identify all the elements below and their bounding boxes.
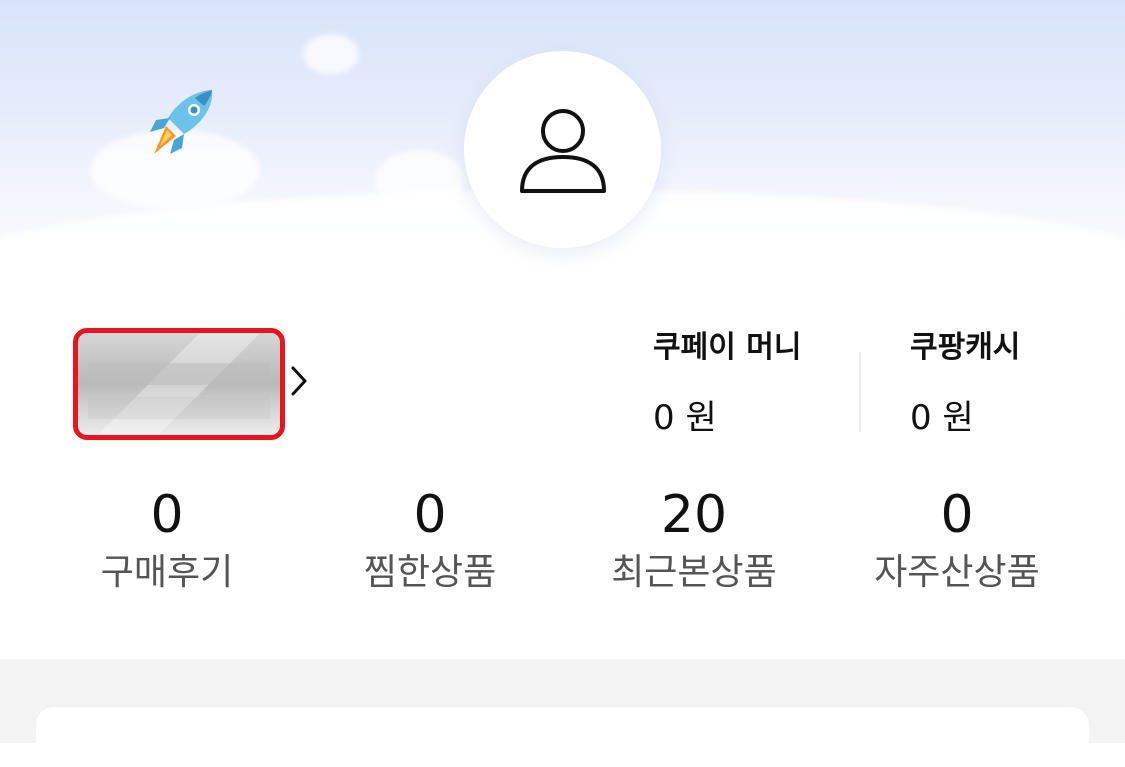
- stat-label: 찜한상품: [363, 552, 497, 593]
- stat-count: 0: [150, 485, 184, 545]
- stat-wishlist[interactable]: 0 찜한상품: [320, 484, 540, 598]
- stat-label: 구매후기: [100, 552, 234, 593]
- stat-label: 자주산상품: [874, 552, 1040, 593]
- profile-avatar[interactable]: [464, 51, 661, 248]
- rocket-icon: [150, 90, 213, 154]
- stat-recently-viewed[interactable]: 20 최근본상품: [584, 484, 804, 598]
- stat-reviews[interactable]: 0 구매후기: [57, 484, 277, 598]
- cloud-decoration: [303, 34, 359, 74]
- content-card: [36, 707, 1089, 767]
- wallet-title: 쿠페이 머니: [653, 330, 802, 365]
- coupay-money-item[interactable]: 쿠페이 머니 0 원: [653, 328, 813, 440]
- blurred-name: [88, 397, 270, 419]
- wallet-divider: [859, 352, 861, 432]
- user-name-button[interactable]: [73, 328, 285, 440]
- chevron-right-icon[interactable]: [288, 364, 310, 398]
- coupang-cash-item[interactable]: 쿠팡캐시 0 원: [910, 328, 1070, 440]
- stat-frequently-bought[interactable]: 0 자주산상품: [847, 484, 1067, 598]
- wallet-value: 0 원: [653, 398, 717, 438]
- wallet-value: 0 원: [910, 398, 974, 438]
- stat-count: 0: [413, 485, 447, 545]
- user-icon: [519, 108, 606, 193]
- wallet-title: 쿠팡캐시: [910, 330, 1021, 365]
- blurred-name: [88, 363, 270, 385]
- stat-count: 0: [940, 485, 974, 545]
- stat-label: 최근본상품: [611, 552, 777, 593]
- stat-count: 20: [660, 485, 728, 545]
